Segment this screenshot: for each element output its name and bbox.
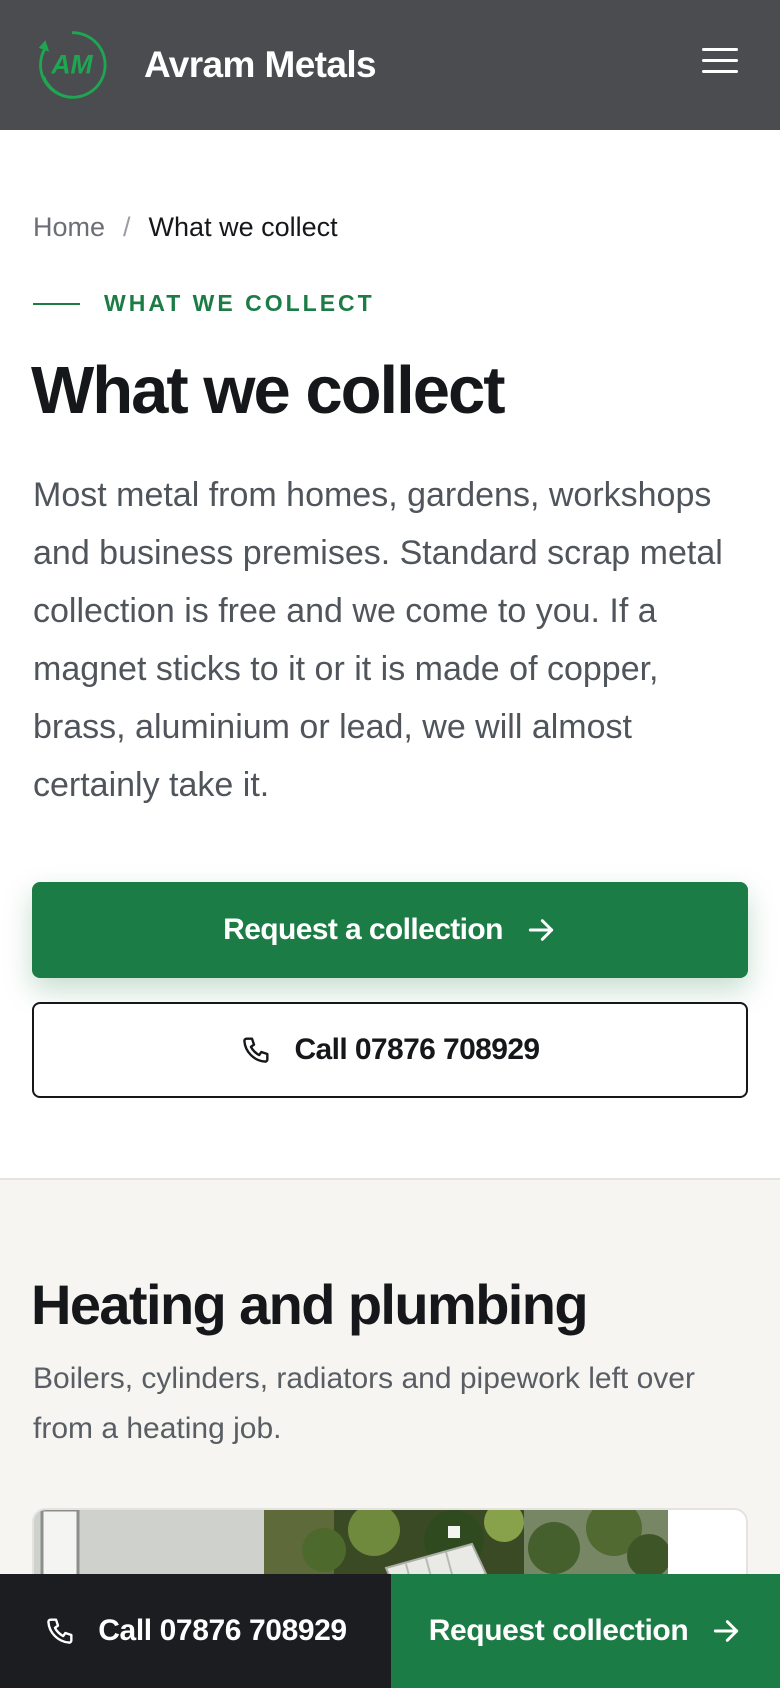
request-collection-button[interactable]: Request a collection xyxy=(32,882,748,978)
eyebrow-rule xyxy=(33,302,80,305)
breadcrumb-home-link[interactable]: Home xyxy=(33,212,105,243)
eyebrow-text: WHAT WE COLLECT xyxy=(104,290,375,316)
page-title: What we collect xyxy=(31,353,506,428)
brand-name[interactable]: Avram Metals xyxy=(144,44,377,86)
call-button[interactable]: Call 07876 708929 xyxy=(32,1002,748,1098)
sticky-request-label: Request collection xyxy=(428,1614,689,1647)
sticky-request-button[interactable]: Request collection xyxy=(391,1574,780,1688)
request-collection-label: Request a collection xyxy=(223,913,503,946)
logo-lettering: AM xyxy=(50,50,93,80)
intro-paragraph: Most metal from homes, gardens, workshop… xyxy=(33,476,723,804)
breadcrumb-current: What we collect xyxy=(148,212,338,242)
phone-icon xyxy=(47,1618,73,1644)
section-description: Boilers, cylinders, radiators and pipewo… xyxy=(33,1362,695,1445)
sticky-action-bar: Call 07876 708929 Request collection xyxy=(0,1574,780,1688)
avram-metals-logo[interactable]: AM xyxy=(34,27,110,103)
site-header: AM Avram Metals xyxy=(0,0,780,130)
eyebrow: WHAT WE COLLECT xyxy=(33,290,375,317)
menu-button[interactable] xyxy=(702,48,742,82)
section-title: Heating and plumbing xyxy=(31,1273,589,1336)
hamburger-menu-icon xyxy=(702,48,742,73)
phone-icon xyxy=(243,1037,270,1063)
breadcrumb-separator: / xyxy=(123,212,131,242)
sticky-call-label: Call 07876 708929 xyxy=(98,1614,347,1647)
hero-section: Home / What we collect WHAT WE COLLECT W… xyxy=(0,130,780,1178)
sticky-call-button[interactable]: Call 07876 708929 xyxy=(0,1574,391,1688)
call-button-label: Call 07876 708929 xyxy=(294,1033,540,1066)
arrow-right-icon xyxy=(528,919,554,941)
arrow-right-icon xyxy=(714,1620,739,1642)
breadcrumb: Home / What we collect xyxy=(33,212,338,243)
